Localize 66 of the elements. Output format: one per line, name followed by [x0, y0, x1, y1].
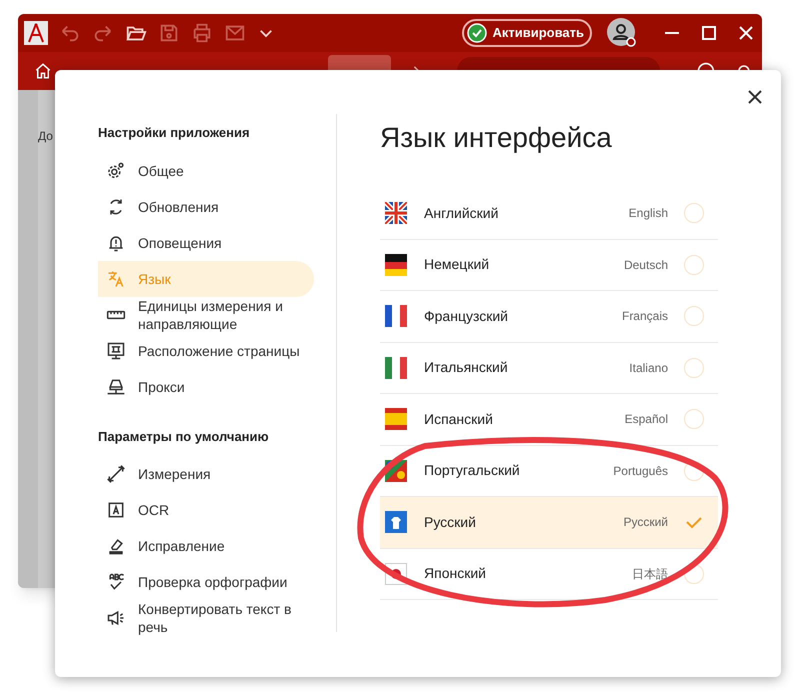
language-name: Немецкий — [424, 255, 490, 274]
language-row[interactable]: Русский Русский — [380, 497, 718, 548]
dialog-title: Язык интерфейса — [380, 121, 613, 155]
native-name: Español — [624, 411, 668, 428]
proxy-icon — [106, 376, 126, 396]
native-name: Italiano — [629, 360, 668, 377]
radio-button[interactable] — [684, 306, 704, 326]
language-row[interactable]: Французский Français — [380, 291, 718, 342]
section-title: Параметры по умолчанию — [98, 428, 270, 446]
native-name: English — [628, 205, 668, 222]
sidebar-item[interactable]: Расположение страницы — [98, 332, 314, 368]
sidebar-item[interactable]: Конвертировать текст в речь — [98, 600, 314, 636]
language-name: Английский — [424, 204, 500, 223]
language-row[interactable]: Испанский Español — [380, 394, 718, 446]
activate-button[interactable]: Активировать — [462, 19, 592, 47]
translate-icon — [106, 268, 126, 288]
language-row[interactable]: Японский 日本語 — [380, 548, 718, 600]
radio-button[interactable] — [684, 564, 704, 584]
save-icon[interactable] — [158, 22, 180, 44]
radio-button[interactable] — [684, 358, 704, 378]
sidebar-item[interactable]: OCR — [98, 492, 314, 528]
logo-icon[interactable] — [24, 21, 48, 45]
printer-icon[interactable] — [191, 22, 213, 44]
radio-button[interactable] — [684, 254, 704, 275]
language-name: Французский — [424, 306, 509, 326]
avatar-icon[interactable] — [607, 18, 637, 48]
gear-icon — [106, 160, 126, 180]
radio-button[interactable] — [684, 460, 704, 481]
sidebar-item[interactable]: Общее — [98, 152, 314, 188]
section-title: Настройки приложения — [98, 124, 251, 142]
native-name: 日本語 — [632, 566, 668, 583]
document-label: До — [38, 129, 53, 143]
native-name: Deutsch — [624, 256, 668, 274]
sidebar-item[interactable]: Единицы измерения и направляющие — [98, 296, 314, 332]
flag-icon — [385, 408, 407, 430]
language-name: Итальянский — [424, 358, 509, 378]
flag-icon — [385, 305, 407, 328]
measure-icon — [106, 464, 126, 484]
language-row[interactable]: Английский English — [380, 188, 718, 240]
radio-button[interactable] — [684, 409, 704, 430]
native-name: Português — [613, 462, 668, 480]
ocr-icon — [106, 500, 126, 520]
language-name: Испанский — [424, 410, 494, 429]
flag-icon — [385, 202, 407, 224]
sidebar-item[interactable]: Прокси — [98, 368, 314, 404]
flag-icon — [385, 254, 407, 276]
speaker-icon — [106, 608, 126, 628]
sidebar-item[interactable]: Измерения — [98, 456, 314, 492]
language-row[interactable]: Немецкий Deutsch — [380, 240, 718, 291]
sidebar-item[interactable]: Исправление — [98, 528, 314, 564]
language-row[interactable]: Итальянский Italiano — [380, 342, 718, 394]
sidebar-item[interactable]: Оповещения — [98, 224, 314, 260]
check-circle-icon — [467, 23, 488, 43]
flag-icon — [385, 356, 407, 379]
flag-icon — [385, 511, 407, 534]
native-name: Français — [622, 308, 668, 326]
layout-icon — [106, 340, 126, 360]
sidebar-item[interactable]: Проверка орфографии — [98, 564, 314, 600]
sidebar-item[interactable]: Обновления — [98, 188, 314, 224]
language-name: Португальский — [424, 461, 521, 480]
native-name: Русский — [623, 514, 668, 532]
radio-button[interactable] — [684, 203, 704, 224]
home-icon[interactable] — [34, 61, 52, 81]
language-name: Японский — [424, 564, 487, 584]
language-name: Русский — [424, 512, 477, 532]
maximize-icon[interactable] — [699, 23, 719, 43]
